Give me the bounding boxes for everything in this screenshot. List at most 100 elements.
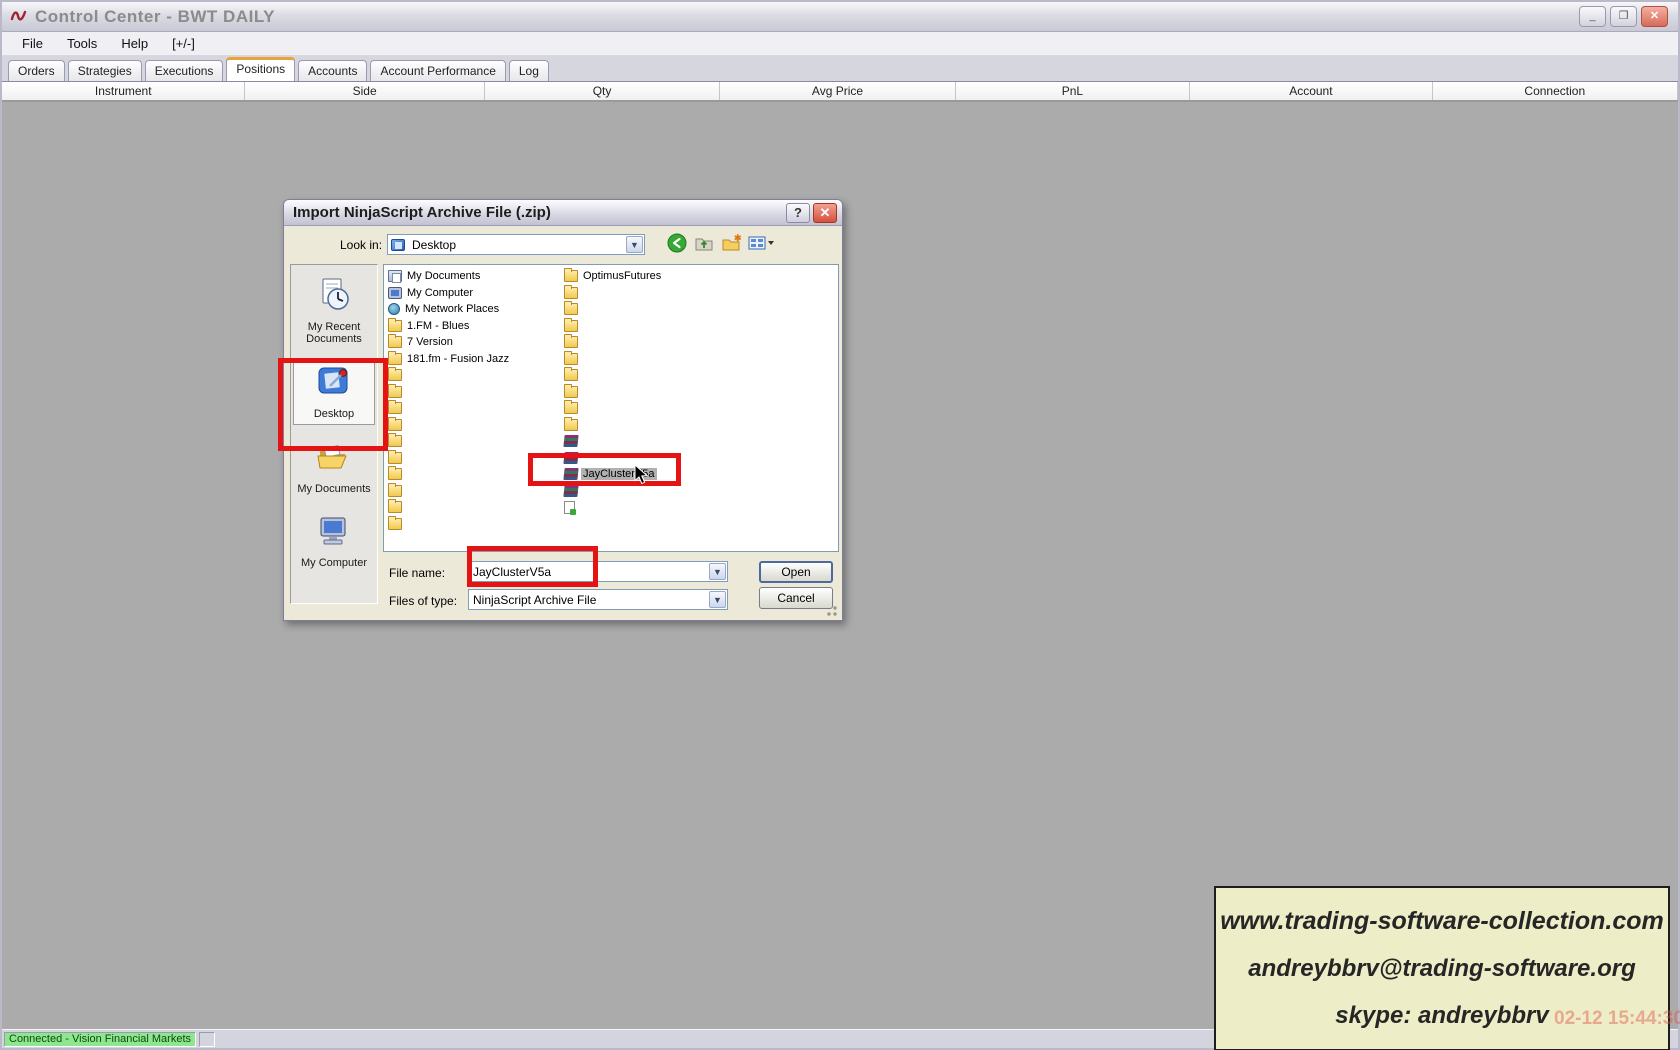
file-item-optimusfutures[interactable]: OptimusFutures xyxy=(564,268,834,284)
file-item[interactable] xyxy=(564,351,834,367)
place-my-recent-documents[interactable]: My Recent Documents xyxy=(291,273,377,349)
back-icon[interactable] xyxy=(667,233,687,253)
recent-icon xyxy=(316,277,352,318)
file-name-text: My Network Places xyxy=(403,303,501,315)
file-item-my-documents[interactable]: My Documents xyxy=(388,268,560,284)
file-item-181-fm---fusion-jazz[interactable]: 181.fm - Fusion Jazz xyxy=(388,351,560,367)
file-item[interactable] xyxy=(388,483,560,499)
file-name-text: My Computer xyxy=(405,287,475,299)
column-header-pnl[interactable]: PnL xyxy=(956,82,1190,100)
column-header-qty[interactable]: Qty xyxy=(485,82,720,100)
tab-executions[interactable]: Executions xyxy=(145,60,224,81)
folder-icon xyxy=(388,468,402,480)
menu-bar: FileToolsHelp[+/-] xyxy=(2,32,1678,56)
folder-icon xyxy=(564,303,578,315)
folder-icon xyxy=(388,353,402,365)
open-button[interactable]: Open xyxy=(759,561,833,583)
file-item[interactable] xyxy=(388,516,560,532)
file-item[interactable] xyxy=(564,334,834,350)
place-label: My Documents xyxy=(297,483,370,495)
folder-icon xyxy=(388,402,402,414)
file-item-my-computer[interactable]: My Computer xyxy=(388,285,560,301)
dialog-help-button[interactable]: ? xyxy=(786,203,810,223)
folder-icon xyxy=(564,386,578,398)
file-item[interactable] xyxy=(564,400,834,416)
dialog-titlebar[interactable]: Import NinjaScript Archive File (.zip) ?… xyxy=(284,200,842,226)
folder-icon xyxy=(564,270,578,282)
tab-account-performance[interactable]: Account Performance xyxy=(370,60,505,81)
file-item-7-version[interactable]: 7 Version xyxy=(388,334,560,350)
file-name-text: OptimusFutures xyxy=(581,270,663,282)
places-sidebar: My Recent Documents Desktop My Documents My… xyxy=(290,264,378,604)
folder-icon xyxy=(564,369,578,381)
place-label: My Computer xyxy=(301,557,367,569)
place-my-documents[interactable]: My Documents xyxy=(291,435,377,499)
file-name-dropdown-arrow[interactable]: ▼ xyxy=(709,563,726,580)
dialog-close-button[interactable]: ✕ xyxy=(813,203,837,223)
file-item[interactable] xyxy=(388,450,560,466)
resize-grip[interactable] xyxy=(826,605,838,617)
files-of-type-combobox[interactable]: NinjaScript Archive File ▼ xyxy=(468,589,728,610)
window-titlebar: Control Center - BWT DAILY _ ❐ ✕ xyxy=(2,2,1678,32)
files-of-type-label: Files of type: xyxy=(389,594,457,608)
menu-item-tools[interactable]: Tools xyxy=(57,34,107,53)
menu-item-file[interactable]: File xyxy=(12,34,53,53)
file-item-my-network-places[interactable]: My Network Places xyxy=(388,301,560,317)
file-item[interactable] xyxy=(388,400,560,416)
file-item[interactable] xyxy=(564,301,834,317)
tab-accounts[interactable]: Accounts xyxy=(298,60,367,81)
tab-positions[interactable]: Positions xyxy=(226,57,295,81)
up-one-level-icon[interactable] xyxy=(694,233,714,253)
file-item[interactable] xyxy=(564,499,834,515)
dialog-title: Import NinjaScript Archive File (.zip) xyxy=(293,204,783,221)
restore-button[interactable]: ❐ xyxy=(1610,6,1637,27)
tab-orders[interactable]: Orders xyxy=(8,60,65,81)
file-item[interactable] xyxy=(564,450,834,466)
column-header-account[interactable]: Account xyxy=(1190,82,1432,100)
place-my-computer[interactable]: My Computer xyxy=(291,509,377,573)
column-header-avg-price[interactable]: Avg Price xyxy=(720,82,955,100)
column-header-connection[interactable]: Connection xyxy=(1433,82,1678,100)
files-of-type-value: NinjaScript Archive File xyxy=(469,593,708,607)
file-name-combobox[interactable]: JayClusterV5a ▼ xyxy=(468,561,728,582)
file-list[interactable]: My Documents My Computer My Network Places… xyxy=(383,264,839,552)
file-item[interactable] xyxy=(388,367,560,383)
watermark-line: skype: andreybbrv xyxy=(1335,1002,1548,1030)
menu-item-help[interactable]: Help xyxy=(111,34,158,53)
file-item-1-fm---blues[interactable]: 1.FM - Blues xyxy=(388,318,560,334)
files-of-type-dropdown-arrow[interactable]: ▼ xyxy=(709,591,726,608)
cancel-button[interactable]: Cancel xyxy=(759,587,833,609)
file-item[interactable] xyxy=(388,433,560,449)
place-desktop[interactable]: Desktop xyxy=(293,359,375,425)
tab-log[interactable]: Log xyxy=(509,60,549,81)
menu-item-[interactable]: [+/-] xyxy=(162,34,205,53)
file-item[interactable] xyxy=(564,367,834,383)
column-header-side[interactable]: Side xyxy=(245,82,484,100)
status-cell-empty xyxy=(199,1032,215,1047)
file-item[interactable] xyxy=(388,417,560,433)
file-item[interactable] xyxy=(564,318,834,334)
look-in-combobox[interactable]: Desktop ▼ xyxy=(387,234,645,255)
new-folder-icon[interactable]: ✱ xyxy=(721,233,741,253)
file-item[interactable] xyxy=(388,466,560,482)
docs-open-icon xyxy=(316,439,352,480)
file-item-jayclusterv5a[interactable]: JayClusterV5a xyxy=(564,466,834,482)
file-item[interactable] xyxy=(564,285,834,301)
close-button[interactable]: ✕ xyxy=(1641,6,1668,27)
look-in-dropdown-arrow[interactable]: ▼ xyxy=(626,236,643,253)
minimize-button[interactable]: _ xyxy=(1579,6,1606,27)
file-item[interactable] xyxy=(564,417,834,433)
file-item[interactable] xyxy=(564,384,834,400)
file-name-value[interactable]: JayClusterV5a xyxy=(469,565,708,579)
folder-icon xyxy=(388,369,402,381)
folder-icon xyxy=(388,518,402,530)
file-item[interactable] xyxy=(388,384,560,400)
watermark-line: www.trading-software-collection.com xyxy=(1220,907,1664,936)
file-item[interactable] xyxy=(564,433,834,449)
file-item[interactable] xyxy=(388,499,560,515)
archive-icon xyxy=(563,452,578,464)
views-icon[interactable] xyxy=(748,233,776,253)
tab-strategies[interactable]: Strategies xyxy=(68,60,142,81)
column-header-instrument[interactable]: Instrument xyxy=(2,82,245,100)
file-item[interactable] xyxy=(564,483,834,499)
